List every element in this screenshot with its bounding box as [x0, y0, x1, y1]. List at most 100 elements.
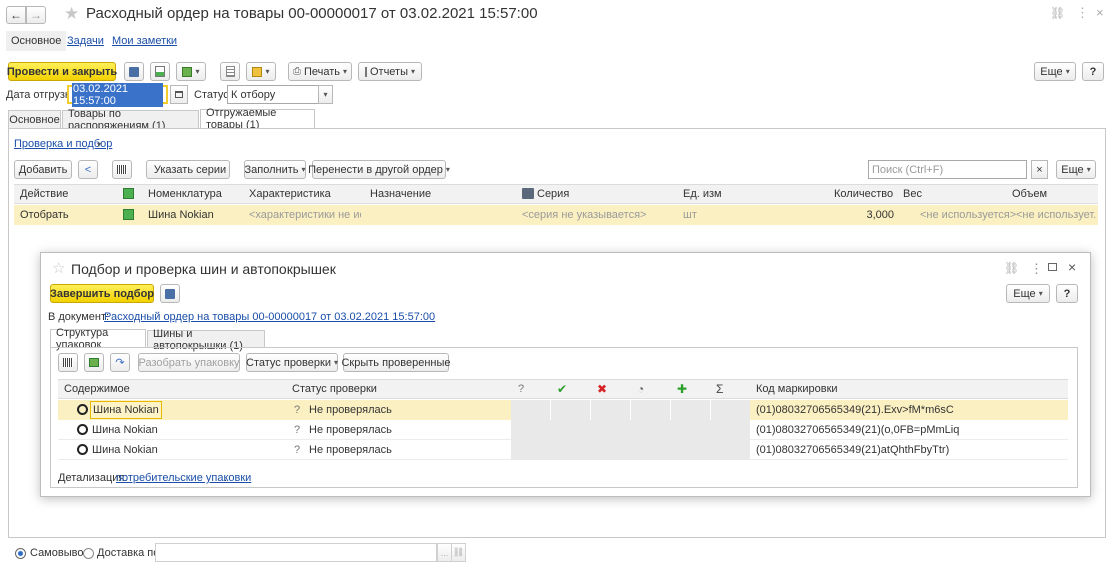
favorite-star-icon[interactable]: ★	[64, 4, 79, 24]
pickup-radio[interactable]	[15, 548, 26, 559]
delivery-radio[interactable]	[83, 548, 94, 559]
chevron-down-icon: ▾	[97, 140, 102, 149]
col-purpose: Назначение	[370, 188, 432, 200]
table-more-button[interactable]: Еще ▾	[1056, 160, 1096, 179]
row-marking-code: (01)08032706565349(21).Exv>fM*m6sC	[756, 404, 954, 416]
nav-tab-tasks[interactable]: Задачи	[67, 35, 104, 47]
doc-tab-orders[interactable]: Товары по распоряжениям (1)	[62, 108, 199, 132]
related-docs-button[interactable]: ▾	[246, 62, 276, 81]
close-icon[interactable]: ×	[1068, 259, 1076, 275]
doc-tab-shipped-goods[interactable]: Отгружаемые товары (1)	[200, 107, 315, 131]
chevron-down-icon: ▾	[1065, 67, 1070, 76]
dialog-save-button[interactable]	[160, 284, 180, 303]
more-vertical-icon[interactable]: ⋮	[1076, 5, 1089, 21]
col-marking-code: Код маркировки	[756, 383, 838, 395]
hide-checked-button[interactable]: Скрыть проверенные	[341, 353, 451, 372]
delivery-input[interactable]	[155, 543, 437, 562]
print-button[interactable]: ⎙ Печать ▾	[288, 62, 352, 81]
delivery-select-button[interactable]: ...	[437, 543, 452, 562]
share-button[interactable]: <	[78, 160, 98, 179]
status-dropdown-button[interactable]: ▾	[318, 85, 333, 104]
col-nomenclature: Номенклатура	[148, 188, 222, 200]
more-vertical-icon[interactable]: ⋮	[1030, 261, 1043, 277]
chevron-down-icon: ▾	[265, 67, 270, 76]
post-and-close-button[interactable]: Провести и закрыть	[7, 62, 117, 81]
row-action: Отобрать	[20, 209, 69, 221]
dialog-tab-package-structure[interactable]: Структура упаковок	[50, 327, 146, 351]
row-marking-code: (01)08032706565349(21)(o,0FB=pMmLiq	[756, 424, 960, 436]
report-structure-button[interactable]	[220, 62, 240, 81]
dialog-barcode-button[interactable]	[58, 353, 78, 372]
close-icon[interactable]: ×	[1096, 5, 1104, 20]
chevron-down-icon: ▾	[445, 165, 450, 174]
create-based-on-button[interactable]: ▾	[176, 62, 206, 81]
chevron-down-icon: ▾	[301, 165, 306, 174]
radio-circle-icon[interactable]	[77, 404, 88, 415]
row-content: Шина Nokian	[92, 424, 158, 436]
row-status: Не проверялась	[309, 404, 392, 416]
delivery-link-button[interactable]: ⛓	[451, 543, 466, 562]
help-button[interactable]: ?	[1082, 62, 1104, 81]
row-status: Не проверялась	[309, 424, 392, 436]
save-disk-icon	[129, 66, 139, 77]
link-icon[interactable]: ⛓	[1050, 6, 1065, 20]
calendar-button[interactable]	[170, 85, 188, 104]
col-characteristic: Характеристика	[249, 188, 331, 200]
col-weight: Вес	[903, 188, 922, 200]
report-icon	[364, 66, 367, 77]
col-content: Содержимое	[64, 383, 130, 395]
fill-button[interactable]: Заполнить ▾	[244, 160, 306, 179]
radio-circle-icon[interactable]	[77, 444, 88, 455]
doc-tab-main[interactable]: Основное	[8, 110, 61, 128]
reports-button[interactable]: Отчеты ▾	[358, 62, 422, 81]
row-nomenclature: Шина Nokian	[148, 209, 214, 221]
create-based-icon	[182, 66, 193, 77]
favorite-star-outline-icon[interactable]: ☆	[52, 259, 65, 277]
row-marking-code: (01)08032706565349(21)atQhthFbyTtr)	[756, 444, 950, 456]
specify-series-button[interactable]: Указать серии	[146, 160, 230, 179]
radio-circle-icon[interactable]	[77, 424, 88, 435]
chevron-down-icon: ▾	[411, 67, 416, 76]
col-series: Серия	[537, 188, 570, 200]
col-volume: Объем	[1012, 188, 1048, 200]
unpack-button[interactable]: Разобрать упаковку	[138, 353, 240, 372]
search-input[interactable]: Поиск (Ctrl+F)	[868, 160, 1027, 179]
move-to-order-button[interactable]: Перенести в другой ордер ▾	[308, 160, 450, 179]
nav-tab-main[interactable]: Основное	[6, 31, 67, 51]
link-icon[interactable]: ⛓	[1004, 261, 1019, 275]
nav-tab-notes[interactable]: Мои заметки	[112, 35, 177, 47]
back-arrow-icon: ←	[10, 8, 22, 22]
dialog-table-button[interactable]	[84, 353, 104, 372]
chevron-down-icon: ▾	[343, 67, 348, 76]
back-button[interactable]: ←	[6, 6, 26, 24]
dialog-tab-tires[interactable]: Шины и автопокрышки (1)	[147, 328, 265, 352]
pickup-label: Самовывоз	[30, 547, 89, 559]
post-button[interactable]	[150, 62, 170, 81]
dialog-refresh-button[interactable]: ↷	[110, 353, 130, 372]
detail-link[interactable]: потребительские упаковки	[116, 472, 251, 484]
dialog-title: Подбор и проверка шин и автопокрышек	[71, 261, 336, 277]
post-document-icon	[155, 66, 165, 77]
doc-link[interactable]: Расходный ордер на товары 00-00000017 от…	[104, 311, 435, 323]
dialog-help-button[interactable]: ?	[1056, 284, 1078, 303]
detail-dot: .	[224, 472, 228, 484]
check-icon: ✔	[557, 382, 568, 396]
finish-selection-button[interactable]: Завершить подбор	[50, 284, 154, 303]
ship-date-input[interactable]: 03.02.2021 15:57:00	[67, 82, 168, 107]
save-button[interactable]	[124, 62, 144, 81]
refresh-arrow-icon: ↷	[115, 357, 125, 369]
barcode-button[interactable]	[112, 160, 132, 179]
status-select[interactable]: К отбору	[227, 85, 319, 104]
forward-button[interactable]: →	[26, 6, 46, 24]
clear-search-button[interactable]: ×	[1031, 160, 1048, 179]
dialog-more-button[interactable]: Еще ▾	[1006, 284, 1050, 303]
add-button[interactable]: Добавить	[14, 160, 72, 179]
chevron-down-icon: ▾	[195, 67, 200, 76]
question-icon: ?	[294, 404, 301, 416]
check-status-button[interactable]: Статус проверки ▾	[246, 353, 338, 372]
barcode-icon	[63, 358, 73, 367]
col-action: Действие	[20, 188, 69, 200]
maximize-icon[interactable]	[1048, 263, 1057, 271]
more-button[interactable]: Еще ▾	[1034, 62, 1076, 81]
row-content: Шина Nokian	[92, 444, 158, 456]
